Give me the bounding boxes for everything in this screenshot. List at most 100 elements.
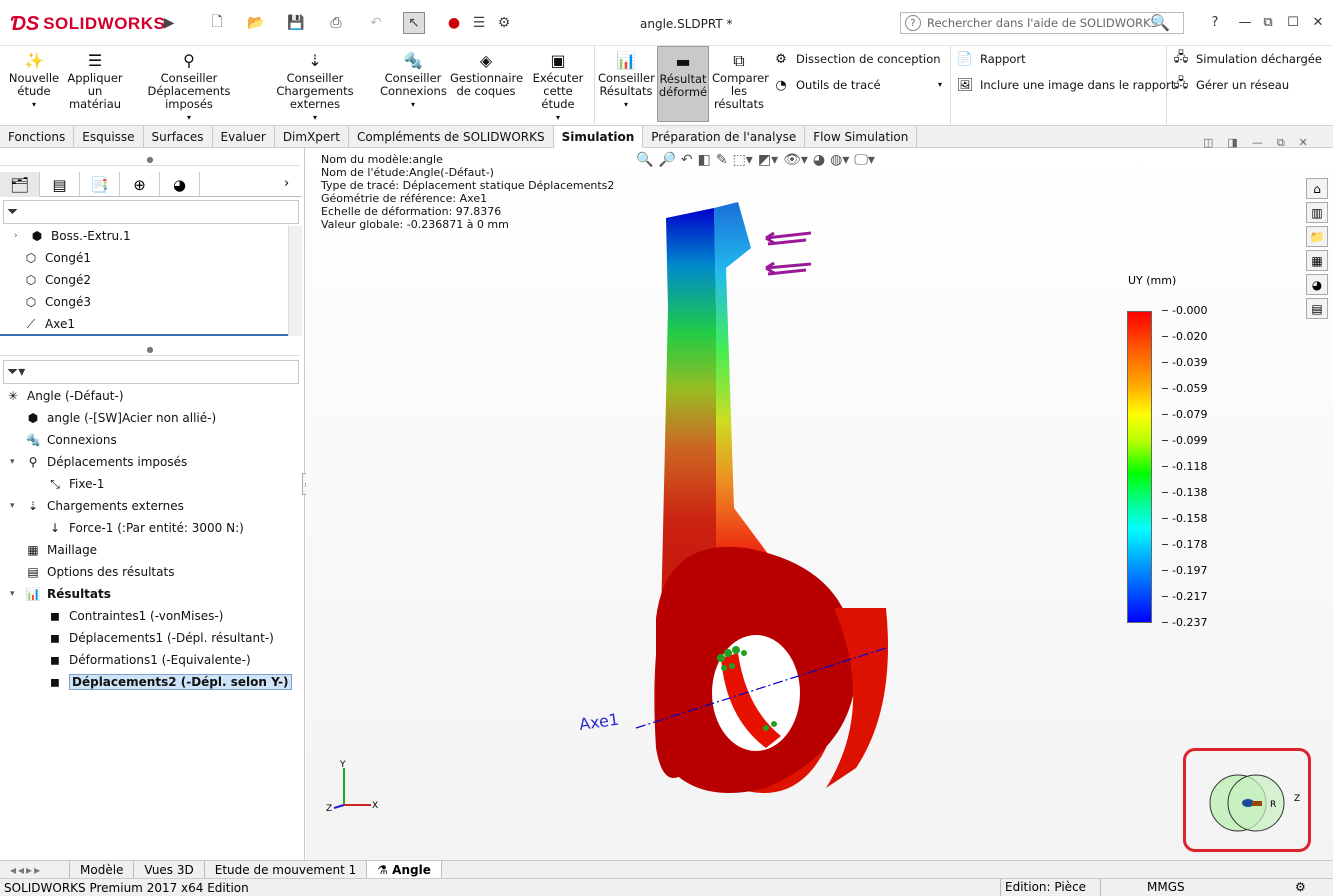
collapse-icon[interactable]: ▾: [10, 589, 15, 599]
tab-scroll-arrows[interactable]: ◂◂▸▸: [0, 861, 70, 878]
collapse-icon[interactable]: ▾: [10, 457, 15, 467]
tab-etude-mouvement[interactable]: Etude de mouvement 1: [205, 861, 368, 878]
loads-advisor-button[interactable]: ⇣ Conseiller Chargements externes ▾: [256, 48, 374, 124]
new-study-button[interactable]: ✨ Nouvelle étude ▾: [6, 48, 62, 111]
expand-menu-icon[interactable]: ▶: [158, 12, 180, 34]
previous-view-icon[interactable]: ↶: [681, 152, 693, 168]
help-icon[interactable]: ?: [1205, 12, 1225, 32]
feature-manager-tab-icon[interactable]: 🗂: [0, 172, 40, 197]
hide-show-icon[interactable]: 👁▾: [783, 152, 808, 168]
new-document-icon[interactable]: 🗋: [206, 12, 228, 34]
study-fixtures-item[interactable]: ▾ ⚲ Déplacements imposés: [10, 452, 187, 472]
options-gear-icon[interactable]: ⚙: [493, 12, 515, 34]
display-style-icon[interactable]: ◩▾: [758, 152, 778, 168]
solidworks-logo[interactable]: ƊS SOLIDWORKS: [10, 9, 165, 39]
print-icon[interactable]: ⎙: [325, 12, 347, 34]
custom-properties-icon[interactable]: ▤: [1306, 298, 1328, 319]
tab-modele[interactable]: Modèle: [70, 861, 135, 878]
units-dropdown-icon[interactable]: ⚙: [1295, 880, 1306, 894]
section-view-icon[interactable]: ◧: [698, 152, 711, 168]
study-fixe1-item[interactable]: ⤡ Fixe-1: [46, 474, 104, 494]
help-search-input[interactable]: ? Rechercher dans l'aide de SOLIDWORKS: [900, 12, 1184, 34]
tab-flow-simulation[interactable]: Flow Simulation: [805, 126, 918, 148]
plot-tools-button[interactable]: ◔ Outils de tracé: [772, 76, 880, 94]
view-palette-icon[interactable]: ▦: [1306, 250, 1328, 271]
feature-filter-input[interactable]: ⏷: [3, 200, 299, 224]
display-manager-tab-icon[interactable]: ◕: [160, 172, 200, 197]
rebuild-icon[interactable]: ●: [443, 12, 465, 34]
report-button[interactable]: 📄 Rapport: [956, 50, 1026, 68]
tree-item-conge2[interactable]: ⬡ Congé2: [22, 270, 91, 290]
apply-material-button[interactable]: ☰ Appliquer un matériau: [66, 48, 124, 111]
tab-simulation[interactable]: Simulation: [553, 126, 644, 148]
offloaded-simulation-button[interactable]: 🖧 Simulation déchargée: [1172, 50, 1322, 68]
close-icon[interactable]: ✕: [1308, 12, 1328, 32]
pane-splitter[interactable]: ●: [0, 154, 300, 166]
study-force1-item[interactable]: ↓ Force-1 (:Par entité: 3000 N:): [46, 518, 244, 538]
viewport-minimize-icon[interactable]: —: [1252, 136, 1263, 150]
tab-fonctions[interactable]: Fonctions: [0, 126, 75, 148]
tab-complements[interactable]: Compléments de SOLIDWORKS: [349, 126, 554, 148]
results-advisor-button[interactable]: 📊 Conseiller Résultats ▾: [598, 48, 655, 111]
viewport-close-icon[interactable]: ✕: [1299, 136, 1308, 150]
viewport-prev-icon[interactable]: ◫: [1203, 136, 1213, 150]
select-cursor-icon[interactable]: ↖: [403, 12, 425, 34]
include-image-button[interactable]: 🖼 Inclure une image dans le rapport: [956, 76, 1176, 94]
undo-icon[interactable]: ↶: [365, 12, 387, 34]
design-library-icon[interactable]: ▥: [1306, 202, 1328, 223]
tab-evaluer[interactable]: Evaluer: [213, 126, 275, 148]
view-orientation-icon[interactable]: ⬚▾: [733, 152, 753, 168]
feature-tree-scrollbar[interactable]: [288, 226, 302, 336]
dimxpert-manager-tab-icon[interactable]: ⊕: [120, 172, 160, 197]
graphics-area[interactable]: Nom du modèle:angle Nom de l'étude:Angle…: [306, 136, 1333, 860]
tab-surfaces[interactable]: Surfaces: [144, 126, 213, 148]
plot-tools-dropdown-icon[interactable]: ▾: [938, 80, 942, 89]
compare-results-button[interactable]: ⧉ Comparer les résultats: [712, 48, 769, 111]
units-text[interactable]: MMGS: [1100, 879, 1231, 896]
result-displacement2-item[interactable]: ◼ Déplacements2 (-Dépl. selon Y-): [46, 672, 292, 692]
file-explorer-icon[interactable]: 📁: [1306, 226, 1328, 247]
collapse-icon[interactable]: ▾: [10, 501, 15, 511]
study-root[interactable]: ✳ Angle (-Défaut-): [4, 386, 124, 406]
study-connexions-item[interactable]: 🔩 Connexions: [24, 430, 117, 450]
study-part-item[interactable]: ⬢ angle (-[SW]Acier non allié-): [24, 408, 216, 428]
tab-vues-3d[interactable]: Vues 3D: [134, 861, 205, 878]
rollback-bar[interactable]: [0, 334, 288, 336]
zoom-area-icon[interactable]: 🔎: [658, 152, 675, 168]
tab-preparation[interactable]: Préparation de l'analyse: [643, 126, 806, 148]
tab-angle-study[interactable]: ⚗ Angle: [367, 861, 442, 878]
study-filter-input[interactable]: ⏷▾: [3, 360, 299, 384]
minimize-icon[interactable]: —: [1235, 12, 1255, 32]
expand-icon[interactable]: ›: [14, 231, 18, 241]
study-loads-item[interactable]: ▾ ⇣ Chargements externes: [10, 496, 184, 516]
tab-dimxpert[interactable]: DimXpert: [275, 126, 349, 148]
result-displacement1-item[interactable]: ◼ Déplacements1 (-Dépl. résultant-): [46, 628, 274, 648]
tree-item-axe1[interactable]: ⟋ Axe1: [22, 314, 75, 334]
file-properties-icon[interactable]: ☰: [468, 12, 490, 34]
tree-item-conge1[interactable]: ⬡ Congé1: [22, 248, 91, 268]
dynamic-annotation-icon[interactable]: ✎: [716, 152, 728, 168]
manage-network-button[interactable]: 🖧 Gérer un réseau: [1172, 76, 1289, 94]
appearances-icon[interactable]: ◕: [1306, 274, 1328, 295]
tree-item-boss-extru[interactable]: › ⬢ Boss.-Extru.1: [14, 226, 131, 246]
view-orientation-globe[interactable]: R Z: [1186, 751, 1308, 849]
open-document-icon[interactable]: 📂: [245, 12, 267, 34]
scene-icon[interactable]: ◍▾: [830, 152, 849, 168]
restore-icon[interactable]: ⧉: [1258, 12, 1278, 32]
shell-manager-button[interactable]: ◈ Gestionnaire de coques: [450, 48, 523, 98]
view-settings-icon[interactable]: 🖵▾: [854, 152, 875, 168]
viewport-restore-icon[interactable]: ⧉: [1277, 136, 1285, 150]
part-model-plot[interactable]: Axe1: [556, 188, 906, 828]
edit-appearance-icon[interactable]: ◕: [813, 152, 825, 168]
save-icon[interactable]: 💾: [285, 12, 307, 34]
run-study-button[interactable]: ▣ Exécuter cette étude ▾: [526, 48, 590, 124]
pane-splitter[interactable]: ●: [0, 344, 300, 356]
maximize-icon[interactable]: ☐: [1283, 12, 1303, 32]
result-strain-item[interactable]: ◼ Déformations1 (-Equivalente-): [46, 650, 251, 670]
connections-advisor-button[interactable]: 🔩 Conseiller Connexions ▾: [380, 48, 447, 111]
study-mesh-item[interactable]: ▦ Maillage: [24, 540, 97, 560]
result-stress-item[interactable]: ◼ Contraintes1 (-vonMises-): [46, 606, 223, 626]
study-result-options-item[interactable]: ▤ Options des résultats: [24, 562, 174, 582]
property-manager-tab-icon[interactable]: ▤: [40, 172, 80, 197]
search-icon[interactable]: 🔍: [1150, 12, 1170, 32]
